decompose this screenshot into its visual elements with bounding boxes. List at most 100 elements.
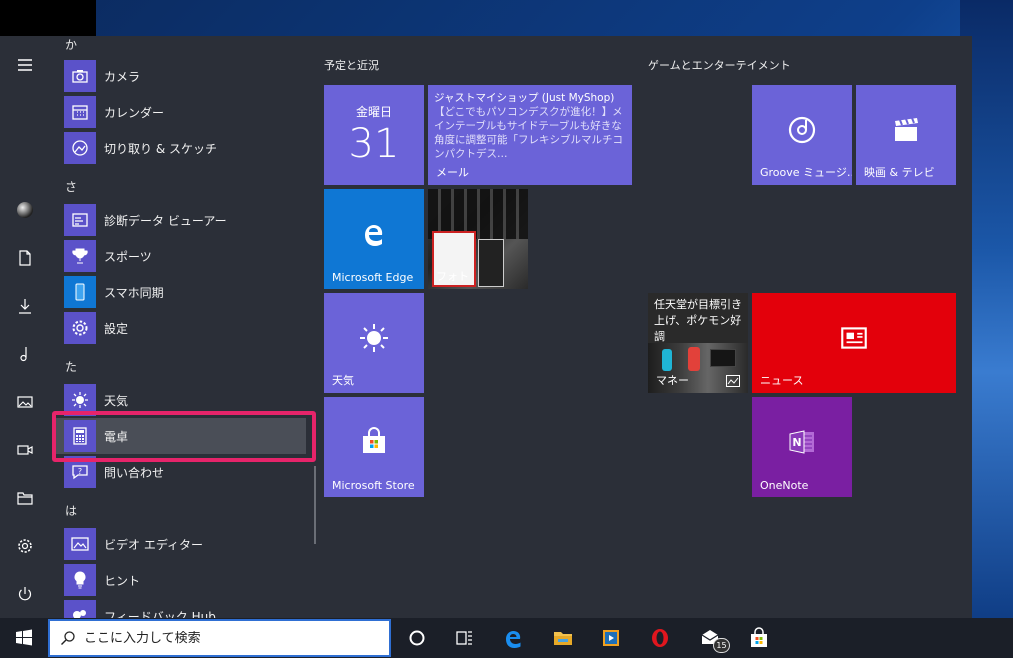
app-item-calendar[interactable]: カレンダー xyxy=(56,94,306,130)
store-bag-icon xyxy=(363,427,385,453)
search-icon xyxy=(61,631,75,645)
chart-icon xyxy=(726,375,740,387)
app-item-sports[interactable]: スポーツ xyxy=(56,238,306,274)
search-input[interactable] xyxy=(84,630,364,646)
app-label: 診断データ ビューアー xyxy=(104,213,227,228)
group-header[interactable]: た xyxy=(65,358,77,375)
trophy-icon xyxy=(64,240,96,272)
downloads-button[interactable] xyxy=(8,289,42,323)
power-icon xyxy=(18,587,32,601)
download-icon xyxy=(19,299,31,314)
svg-text:N: N xyxy=(792,436,801,449)
tile-label: 天気 xyxy=(332,374,354,387)
edge-tile[interactable]: Microsoft Edge xyxy=(324,189,424,289)
tile-group-title-life[interactable]: 予定と近況 xyxy=(324,57,379,73)
app-label: スマホ同期 xyxy=(104,285,164,300)
app-item-snip-sketch[interactable]: 切り取り & スケッチ xyxy=(56,130,306,166)
app-item-camera[interactable]: カメラ xyxy=(56,58,306,94)
taskbar: 15 xyxy=(0,618,1013,658)
mail-body: 【どこでもパソコンデスクが進化！】メインテーブルもサイドテーブルも好きな角度に調… xyxy=(434,106,623,160)
music-note-icon xyxy=(20,347,27,362)
media-player-icon xyxy=(603,630,619,646)
app-label: ビデオ エディター xyxy=(104,537,203,552)
app-label: 問い合わせ xyxy=(104,465,165,480)
app-list-scrollbar[interactable] xyxy=(314,466,316,544)
cortana-icon xyxy=(409,630,425,646)
video-editor-icon xyxy=(64,528,96,560)
calendar-date: 31 xyxy=(348,121,400,167)
pictures-button[interactable] xyxy=(8,385,42,419)
store-taskbar-button[interactable] xyxy=(735,618,783,658)
start-menu: か カメラ カレンダー 切り取り & スケッチ さ 診断データ ビューアー スポ… xyxy=(0,36,972,618)
settings-button[interactable] xyxy=(8,529,42,563)
group-header[interactable]: さ xyxy=(65,178,77,195)
bulb-icon xyxy=(64,564,96,596)
diagnostic-icon xyxy=(64,204,96,236)
tile-label: Groove ミュージ… xyxy=(760,166,852,179)
newspaper-icon xyxy=(841,327,867,349)
tile-label: Microsoft Store xyxy=(332,479,415,492)
folder-icon xyxy=(554,632,572,645)
camera-icon xyxy=(64,60,96,92)
tile-label: Microsoft Edge xyxy=(332,271,414,284)
mail-taskbar-button[interactable]: 15 xyxy=(686,618,734,658)
app-item-feedback-hub[interactable]: フィードバック Hub xyxy=(56,598,306,618)
music-button[interactable] xyxy=(8,337,42,371)
document-icon xyxy=(19,250,31,266)
opera-taskbar-button[interactable] xyxy=(636,618,684,658)
app-item-settings[interactable]: 設定 xyxy=(56,310,306,346)
cortana-button[interactable] xyxy=(393,618,441,658)
calculator-highlight xyxy=(52,411,316,462)
videos-button[interactable] xyxy=(8,433,42,467)
app-item-your-phone[interactable]: スマホ同期 xyxy=(56,274,306,310)
app-label: フィードバック Hub xyxy=(104,609,216,619)
tile-label: 映画 & テレビ xyxy=(864,166,935,179)
calendar-icon xyxy=(64,96,96,128)
groove-icon xyxy=(788,116,816,144)
app-item-diagnostic-viewer[interactable]: 診断データ ビューアー xyxy=(56,202,306,238)
file-explorer-taskbar-button[interactable] xyxy=(539,618,587,658)
file-explorer-button[interactable] xyxy=(8,481,42,515)
news-tile[interactable]: ニュース xyxy=(752,293,956,393)
store-bag-icon xyxy=(751,627,767,647)
search-box[interactable] xyxy=(48,619,391,657)
calendar-tile[interactable]: 金曜日 31 xyxy=(324,85,424,185)
movies-tv-tile[interactable]: 映画 & テレビ xyxy=(856,85,956,185)
app-item-tips[interactable]: ヒント xyxy=(56,562,306,598)
switch-controller-right xyxy=(688,347,700,371)
tile-group-title-play[interactable]: ゲームとエンターテイメント xyxy=(648,57,791,73)
tile-label: OneNote xyxy=(760,479,809,492)
task-view-icon xyxy=(456,631,472,645)
media-player-taskbar-button[interactable] xyxy=(587,618,635,658)
group-header[interactable]: は xyxy=(65,502,77,519)
user-account-button[interactable] xyxy=(8,193,42,227)
app-label: スポーツ xyxy=(104,249,152,264)
onenote-icon: N xyxy=(789,430,814,454)
mail-badge: 15 xyxy=(713,638,730,653)
store-tile[interactable]: Microsoft Store xyxy=(324,397,424,497)
file-explorer-icon xyxy=(17,492,33,505)
weather-tile[interactable]: 天気 xyxy=(324,293,424,393)
power-button[interactable] xyxy=(8,577,42,611)
mail-preview: ジャストマイショップ (Just MyShop) 【どこでもパソコンデスクが進化… xyxy=(434,91,628,161)
windows-logo-icon xyxy=(16,629,32,646)
money-tile[interactable]: 任天堂が目標引き上げ、ポケモン好調 マネー xyxy=(648,293,748,393)
photo-sd-card-2 xyxy=(478,239,504,287)
mail-tile[interactable]: ジャストマイショップ (Just MyShop) 【どこでもパソコンデスクが進化… xyxy=(428,85,632,185)
sun-icon xyxy=(360,324,388,352)
app-label: カレンダー xyxy=(104,105,165,120)
clapperboard-icon xyxy=(895,117,918,141)
photos-tile[interactable]: フォト xyxy=(428,189,528,289)
svg-text:?: ? xyxy=(78,467,82,476)
edge-taskbar-button[interactable] xyxy=(490,618,538,658)
documents-button[interactable] xyxy=(8,241,42,275)
task-view-button[interactable] xyxy=(441,618,489,658)
start-button[interactable] xyxy=(0,618,48,658)
phone-icon xyxy=(64,276,96,308)
onenote-tile[interactable]: N OneNote xyxy=(752,397,852,497)
gear-icon xyxy=(18,539,32,553)
group-header[interactable]: か xyxy=(65,36,77,53)
expand-menu-button[interactable] xyxy=(8,48,42,82)
app-item-video-editor[interactable]: ビデオ エディター xyxy=(56,526,306,562)
groove-music-tile[interactable]: Groove ミュージ… xyxy=(752,85,852,185)
